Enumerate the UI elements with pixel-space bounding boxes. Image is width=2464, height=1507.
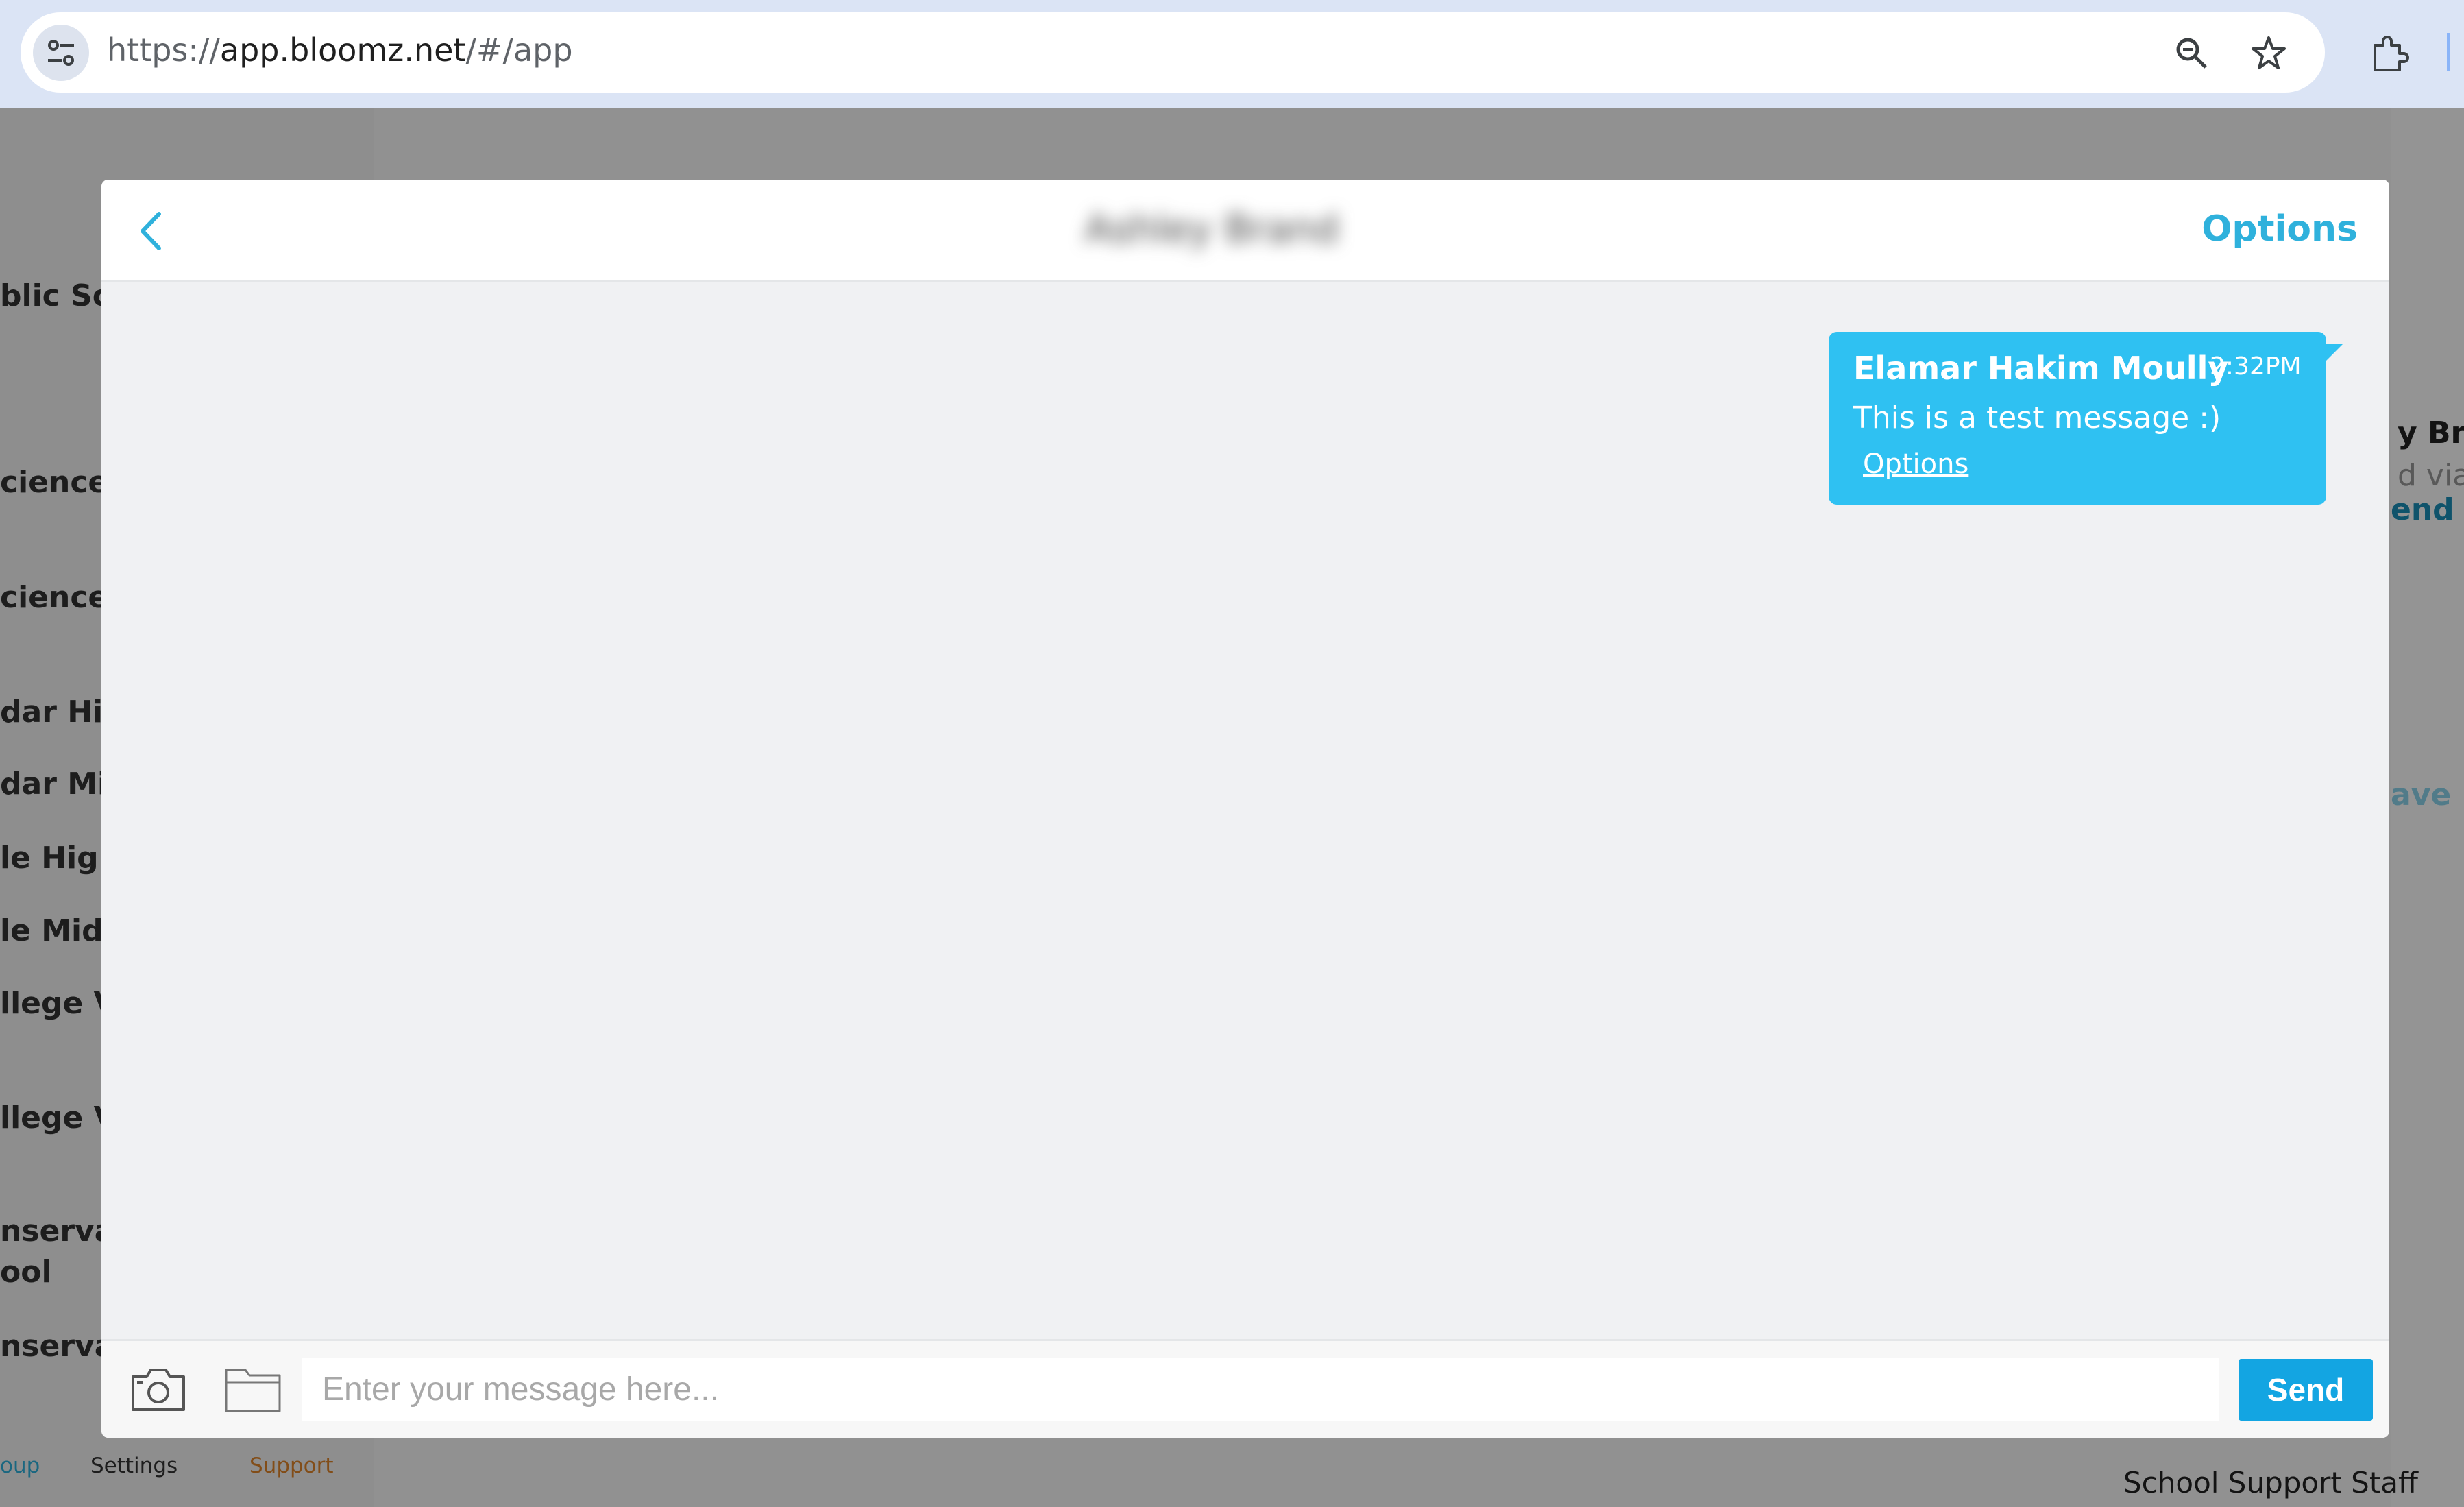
message-text: This is a test message :) [1853, 400, 2221, 435]
back-arrow-icon[interactable] [129, 207, 177, 255]
camera-icon[interactable] [127, 1362, 189, 1416]
browser-toolbar: https://app.bloomz.net/#/app [0, 0, 2464, 108]
contact-name: Ashley Brand [1084, 207, 1339, 252]
message-input[interactable] [302, 1358, 2219, 1421]
bookmark-star-icon[interactable] [2249, 34, 2288, 73]
header-options-button[interactable]: Options [2201, 208, 2358, 250]
message-list[interactable]: Elamar Hakim Moully 2:32PM This is a tes… [101, 282, 2389, 1339]
message-options-link[interactable]: Options [1863, 448, 1968, 480]
send-button[interactable]: Send [2239, 1359, 2373, 1421]
url-text[interactable]: https://app.bloomz.net/#/app [107, 32, 573, 69]
zoom-icon[interactable] [2173, 34, 2211, 73]
folder-icon[interactable] [222, 1363, 284, 1415]
toolbar-divider [2447, 33, 2450, 71]
address-bar[interactable]: https://app.bloomz.net/#/app [21, 12, 2325, 93]
bubble-tail [2322, 344, 2343, 365]
extensions-icon[interactable] [2368, 33, 2409, 74]
message-sender: Elamar Hakim Moully [1853, 350, 2229, 387]
chat-modal: Ashley Brand Options Elamar Hakim Moully… [101, 180, 2389, 1438]
chat-header: Ashley Brand Options [101, 180, 2389, 282]
message-time: 2:32PM [2210, 352, 2302, 381]
message-composer: Send [101, 1339, 2389, 1438]
message-bubble: Elamar Hakim Moully 2:32PM This is a tes… [1829, 332, 2326, 505]
site-info-button[interactable] [33, 25, 89, 81]
tune-icon [48, 40, 74, 66]
